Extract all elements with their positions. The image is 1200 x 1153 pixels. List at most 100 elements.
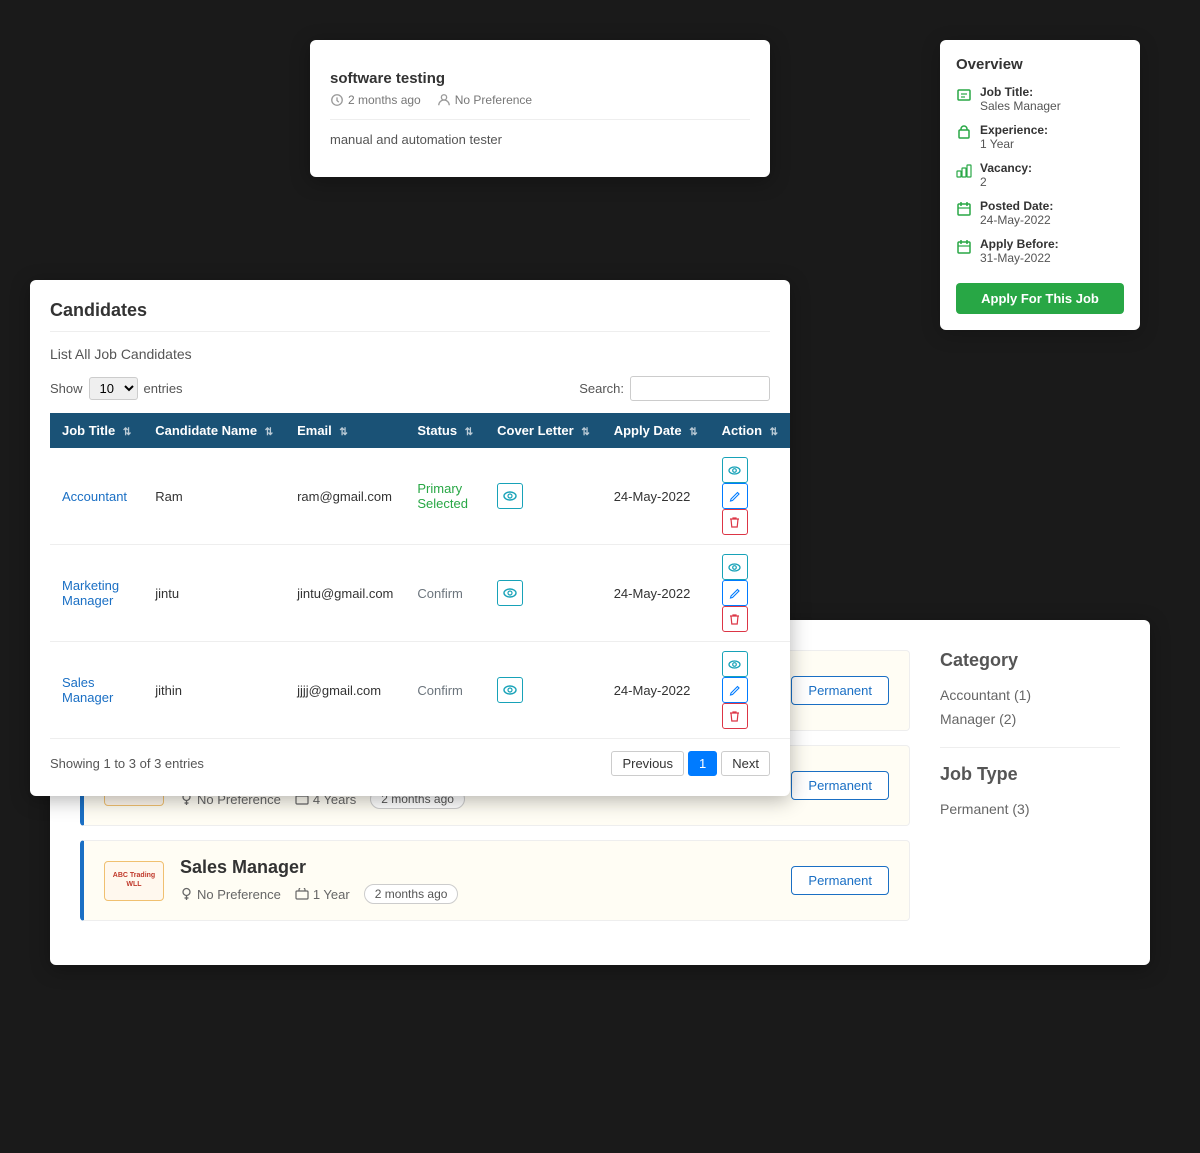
job-type-button[interactable]: Permanent: [791, 676, 889, 705]
overview-posted-item: Posted Date: 24-May-2022: [956, 199, 1124, 227]
experience-label: Experience:: [980, 123, 1048, 137]
job-title-link[interactable]: Accountant: [62, 489, 127, 504]
vacancy-label: Vacancy:: [980, 161, 1032, 175]
company-logo: ABC TradingWLL: [104, 861, 164, 901]
cell-email: jintu@gmail.com: [285, 545, 405, 642]
table-row: Accountant Ram ram@gmail.com Primary Sel…: [50, 448, 790, 545]
delete-button[interactable]: [722, 606, 748, 632]
prev-button[interactable]: Previous: [611, 751, 684, 776]
cell-action: [710, 545, 790, 642]
job-title-value: Sales Manager: [980, 99, 1061, 113]
job-experience: 1 Year: [295, 887, 350, 902]
cell-apply-date: 24-May-2022: [602, 642, 710, 739]
cell-email: ram@gmail.com: [285, 448, 405, 545]
edit-button[interactable]: [722, 483, 748, 509]
next-button[interactable]: Next: [721, 751, 770, 776]
page-1-button[interactable]: 1: [688, 751, 717, 776]
cell-email: jjjj@gmail.com: [285, 642, 405, 739]
cell-action: [710, 642, 790, 739]
job-type-item[interactable]: Permanent (3): [940, 797, 1120, 821]
cell-action: [710, 448, 790, 545]
cell-apply-date: 24-May-2022: [602, 448, 710, 545]
apply-for-job-button[interactable]: Apply For This Job: [956, 283, 1124, 314]
edit-button[interactable]: [722, 677, 748, 703]
job-type-button[interactable]: Permanent: [791, 771, 889, 800]
category-item[interactable]: Accountant (1): [940, 683, 1120, 707]
overview-experience-item: Experience: 1 Year: [956, 123, 1124, 151]
search-control: Search:: [579, 376, 770, 401]
job-time-ago: 2 months ago: [364, 884, 459, 904]
cell-job-title: Marketing Manager: [50, 545, 143, 642]
job-title-link[interactable]: Marketing Manager: [62, 578, 119, 608]
apply-before-value: 31-May-2022: [980, 251, 1059, 265]
view-button[interactable]: [722, 554, 748, 580]
listings-sidebar: Category Accountant (1)Manager (2) Job T…: [940, 650, 1120, 935]
candidates-panel: Candidates List All Job Candidates Show …: [30, 280, 790, 796]
col-job-title[interactable]: Job Title ⇅: [50, 413, 143, 448]
category-item[interactable]: Manager (2): [940, 707, 1120, 731]
cell-cover-letter: [485, 545, 602, 642]
pagination: Previous 1 Next: [611, 751, 770, 776]
col-candidate-name[interactable]: Candidate Name ⇅: [143, 413, 285, 448]
posted-value: 24-May-2022: [980, 213, 1053, 227]
cell-status: Confirm: [405, 642, 485, 739]
showing-text: Showing 1 to 3 of 3 entries: [50, 756, 204, 771]
job-detail-preference: No Preference: [437, 93, 532, 107]
cell-status: Primary Selected: [405, 448, 485, 545]
candidates-table: Job Title ⇅ Candidate Name ⇅ Email ⇅ Sta…: [50, 413, 790, 739]
job-detail-title: software testing: [330, 70, 750, 87]
cell-candidate-name: jithin: [143, 642, 285, 739]
cell-job-title: Accountant: [50, 448, 143, 545]
job-card-meta: No Preference 1 Year 2 months ago: [180, 884, 775, 904]
job-title-label: Job Title:: [980, 85, 1061, 99]
vacancy-value: 2: [980, 175, 1032, 189]
view-cover-letter-button[interactable]: [497, 580, 523, 606]
cell-candidate-name: jintu: [143, 545, 285, 642]
job-card-title: Sales Manager: [180, 857, 775, 878]
col-apply-date[interactable]: Apply Date ⇅: [602, 413, 710, 448]
candidates-title: Candidates: [50, 300, 770, 332]
search-label: Search:: [579, 381, 624, 396]
job-detail-panel: software testing 2 months ago No Prefere…: [310, 40, 770, 177]
col-action[interactable]: Action ⇅: [710, 413, 790, 448]
category-title: Category: [940, 650, 1120, 671]
col-status[interactable]: Status ⇅: [405, 413, 485, 448]
job-detail-time: 2 months ago: [330, 93, 421, 107]
overview-vacancy-item: Vacancy: 2: [956, 161, 1124, 189]
search-input[interactable]: [630, 376, 770, 401]
cell-cover-letter: [485, 642, 602, 739]
show-label: Show: [50, 381, 83, 396]
job-description: manual and automation tester: [330, 119, 750, 147]
cell-cover-letter: [485, 448, 602, 545]
sidebar-divider: [940, 747, 1120, 748]
job-card-info: Sales Manager No Preference 1 Year 2 mon…: [180, 857, 775, 904]
entries-label: entries: [144, 381, 183, 396]
view-button[interactable]: [722, 651, 748, 677]
view-cover-letter-button[interactable]: [497, 483, 523, 509]
overview-title: Overview: [956, 56, 1124, 73]
delete-button[interactable]: [722, 703, 748, 729]
job-type-title: Job Type: [940, 764, 1120, 785]
posted-label: Posted Date:: [980, 199, 1053, 213]
job-gender: No Preference: [180, 887, 281, 902]
view-cover-letter-button[interactable]: [497, 677, 523, 703]
delete-button[interactable]: [722, 509, 748, 535]
edit-button[interactable]: [722, 580, 748, 606]
overview-panel: Overview Job Title: Sales Manager Experi…: [940, 40, 1140, 330]
col-cover-letter[interactable]: Cover Letter ⇅: [485, 413, 602, 448]
overview-job-title-item: Job Title: Sales Manager: [956, 85, 1124, 113]
table-row: Sales Manager jithin jjjj@gmail.com Conf…: [50, 642, 790, 739]
experience-value: 1 Year: [980, 137, 1048, 151]
col-email[interactable]: Email ⇅: [285, 413, 405, 448]
job-card: ABC TradingWLL Sales Manager No Preferen…: [80, 840, 910, 921]
job-type-button[interactable]: Permanent: [791, 866, 889, 895]
list-all-label: List All Job Candidates: [50, 346, 770, 362]
job-title-link[interactable]: Sales Manager: [62, 675, 113, 705]
company-logo-text: ABC TradingWLL: [113, 872, 155, 889]
cell-status: Confirm: [405, 545, 485, 642]
view-button[interactable]: [722, 457, 748, 483]
cell-job-title: Sales Manager: [50, 642, 143, 739]
apply-before-label: Apply Before:: [980, 237, 1059, 251]
entries-select[interactable]: 10 25 50: [89, 377, 138, 400]
show-entries-control: Show 10 25 50 entries: [50, 377, 183, 400]
